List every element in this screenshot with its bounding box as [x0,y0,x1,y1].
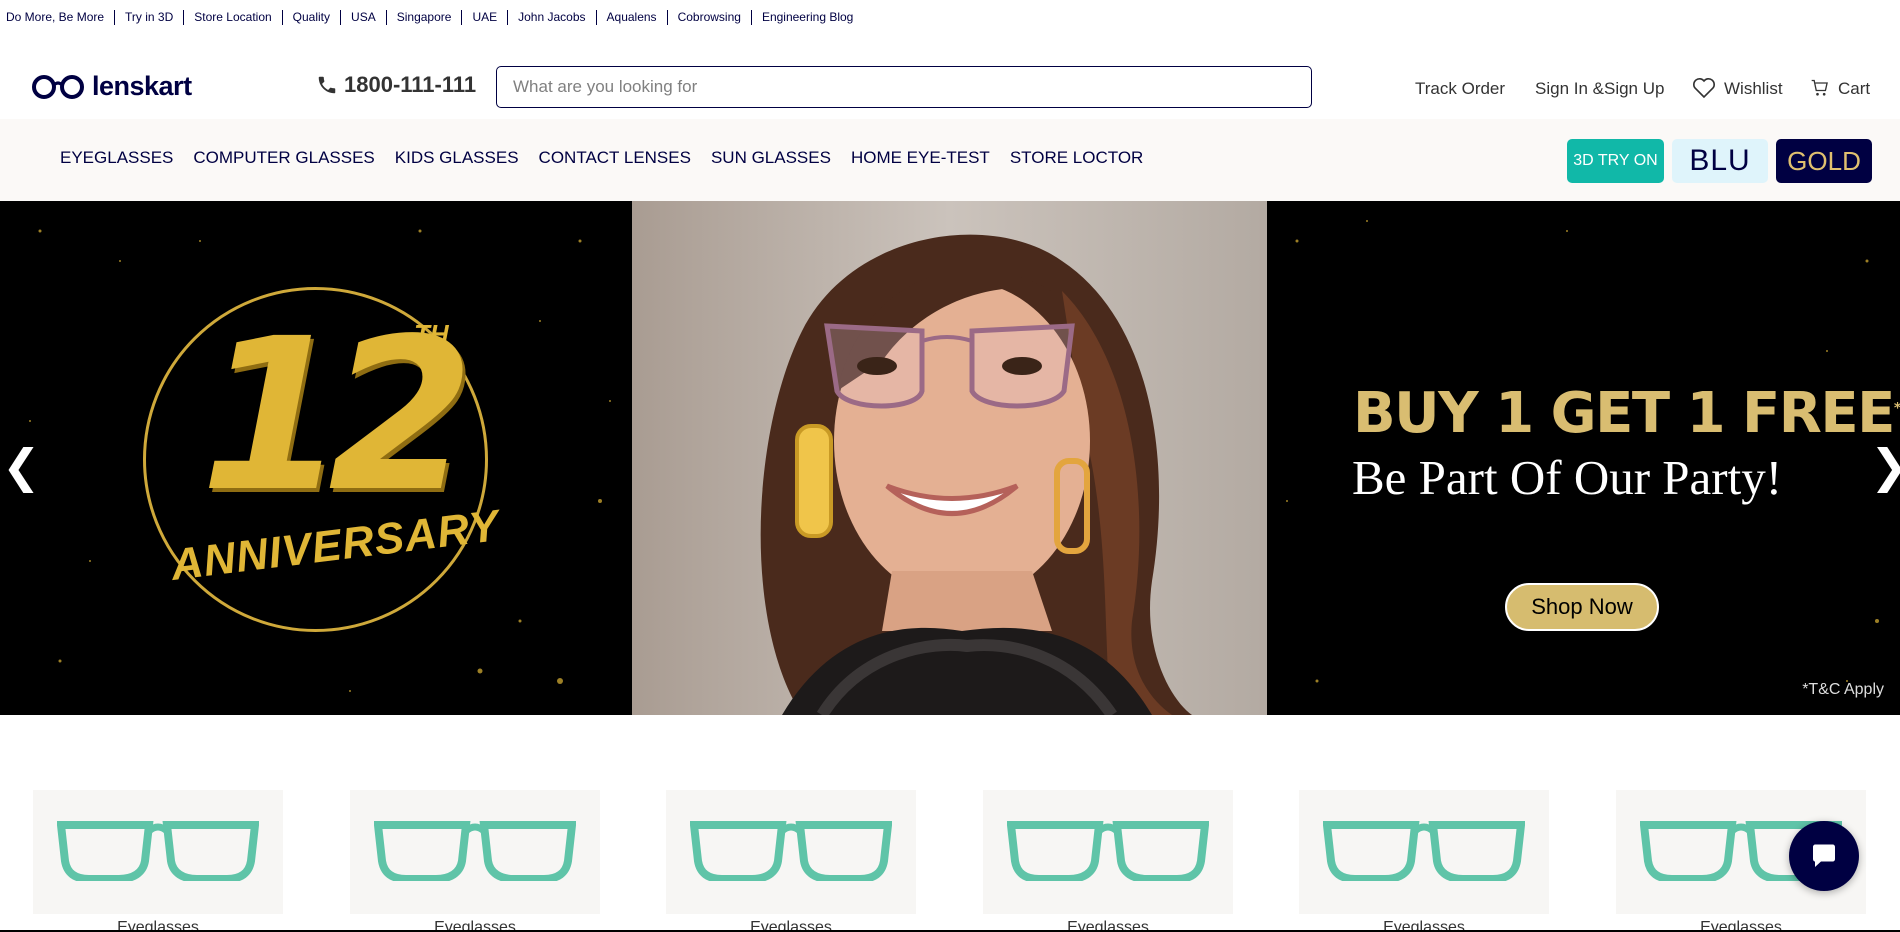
cart-label: Cart [1838,79,1871,98]
model-photo [632,201,1267,715]
topbar-link-quality[interactable]: Quality [281,9,340,25]
carousel-prev-arrow[interactable]: ❮ [2,439,41,493]
logo-glasses-icon [32,74,84,99]
nav-item-kids-glasses[interactable]: KIDS GLASSES [395,148,519,168]
3d-try-on-button[interactable]: 3D TRY ON [1567,139,1664,183]
topbar-link-usa[interactable]: USA [340,9,386,25]
topbar-link-uae[interactable]: UAE [461,9,507,25]
wishlist-label: Wishlist [1724,79,1783,98]
topbar-link-do-more[interactable]: Do More, Be More [6,10,114,25]
product-card[interactable] [350,790,600,914]
category-nav: EYEGLASSES COMPUTER GLASSES KIDS GLASSES… [0,119,1900,201]
logo-text: lenskart [92,71,192,101]
topbar-link-john-jacobs[interactable]: John Jacobs [507,9,595,25]
support-phone[interactable]: 1800-111-111 [316,72,476,98]
offer-mark: * [1893,400,1900,417]
track-order-label: Track Order [1415,79,1506,98]
chat-button[interactable] [1789,821,1859,891]
product-card[interactable] [33,790,283,914]
hero-banner[interactable]: 12 TH ANNIVERSARY BUY 1 GET 1 FREE* Be P… [0,201,1900,715]
carousel-next-arrow[interactable]: ❯ [1870,439,1900,493]
anniversary-suffix: TH [414,319,449,349]
cart-icon [1811,79,1828,96]
terms-note: *T&C Apply [1802,681,1884,698]
offer-text: BUY 1 GET 1 FREE [1353,381,1895,446]
sign-in-link[interactable]: Sign In &Sign Up [1535,79,1664,99]
nav-item-store-locator[interactable]: STORE LOCTOR [1010,148,1144,168]
offer-tagline: Be Part Of Our Party! [1352,450,1783,505]
main-header: lenskart 1800-111-111 Track Order Sign I… [0,55,1900,119]
shop-now-button[interactable]: Shop Now [1505,583,1659,631]
green-frame-glasses-image [374,821,576,881]
green-frame-glasses-image [1323,821,1525,881]
offer-heading: BUY 1 GET 1 FREE* [1353,381,1900,446]
chat-icon [1813,844,1835,867]
anniversary-panel: 12 TH ANNIVERSARY [0,201,632,715]
model-illustration [632,201,1267,715]
track-order-link[interactable]: Track Order [1415,79,1505,99]
green-frame-glasses-image [57,821,259,881]
topbar-link-engineering-blog[interactable]: Engineering Blog [750,9,863,25]
gold-button[interactable]: GOLD [1776,139,1872,183]
sign-in-label: Sign In &Sign Up [1535,79,1665,98]
nav-item-computer-glasses[interactable]: COMPUTER GLASSES [193,148,374,168]
phone-number: 1800-111-111 [344,72,477,97]
product-card[interactable] [666,790,916,914]
heart-icon [1693,77,1715,98]
topbar-link-aqualens[interactable]: Aqualens [595,9,667,25]
nav-item-home-eye-test[interactable]: HOME EYE-TEST [851,148,990,168]
topbar-link-store-location[interactable]: Store Location [183,9,281,25]
blu-button[interactable]: BLU [1672,139,1768,183]
green-frame-glasses-image [690,821,892,881]
nav-item-contact-lenses[interactable]: CONTACT LENSES [539,148,691,168]
product-card[interactable] [1299,790,1549,914]
wishlist-link[interactable]: Wishlist [1692,76,1783,99]
topbar-link-singapore[interactable]: Singapore [385,9,462,25]
topbar-link-cobrowsing[interactable]: Cobrowsing [666,9,751,25]
nav-item-sun-glasses[interactable]: SUN GLASSES [711,148,831,168]
nav-item-eyeglasses[interactable]: EYEGLASSES [60,148,173,168]
top-utility-bar: Do More, Be More Try in 3D Store Locatio… [0,0,1900,34]
cart-link[interactable]: Cart [1810,76,1870,99]
product-card[interactable] [983,790,1233,914]
phone-icon [318,76,336,94]
lenskart-logo[interactable]: lenskart [30,71,192,102]
search-input[interactable] [496,66,1312,108]
topbar-link-try-3d[interactable]: Try in 3D [114,9,183,25]
green-frame-glasses-image [1007,821,1209,881]
product-strip: Eyeglasses Eyeglasses Eyeglasses Eyeglas… [0,790,1900,932]
